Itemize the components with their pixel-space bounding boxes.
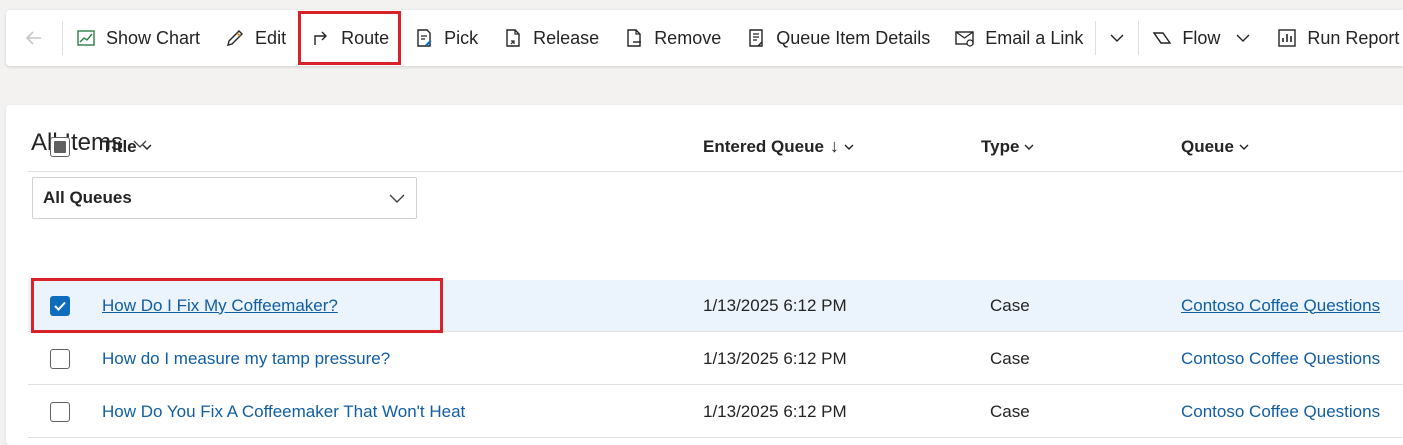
grid-header: Title Entered Queue ↓ Type Queue bbox=[28, 122, 1403, 172]
select-all-cell bbox=[50, 122, 70, 171]
flow-label: Flow bbox=[1182, 27, 1221, 48]
pick-icon bbox=[417, 29, 432, 47]
row-title-link[interactable]: How do I measure my tamp pressure? bbox=[102, 349, 390, 369]
show-chart-button[interactable]: Show Chart bbox=[63, 13, 212, 63]
row-entered-queue: 1/13/2025 6:12 PM bbox=[703, 401, 847, 421]
queue-filter-dropdown[interactable]: All Queues bbox=[32, 177, 417, 219]
row-entered-queue: 1/13/2025 6:12 PM bbox=[703, 348, 847, 368]
queue-filter-value: All Queues bbox=[43, 188, 132, 207]
release-label: Release bbox=[533, 27, 600, 48]
run-report-label: Run Report bbox=[1307, 27, 1400, 48]
row-title-link[interactable]: How Do You Fix A Coffeemaker That Won't … bbox=[102, 402, 465, 422]
flow-button[interactable]: Flow bbox=[1139, 13, 1264, 63]
row-select-cell bbox=[50, 386, 70, 437]
chevron-down-icon bbox=[389, 194, 405, 203]
column-header-type[interactable]: Type bbox=[981, 122, 1035, 171]
queue-item-details-label: Queue Item Details bbox=[776, 27, 931, 48]
email-link-button[interactable]: Email a Link bbox=[942, 13, 1095, 63]
row-type: Case bbox=[990, 295, 1030, 315]
checkmark-icon bbox=[54, 301, 66, 311]
back-button[interactable] bbox=[6, 10, 62, 66]
row-entered-queue: 1/13/2025 6:12 PM bbox=[703, 295, 847, 315]
email-icon bbox=[955, 31, 974, 47]
table-row[interactable]: How Do I Fix My Coffeemaker? 1/13/2025 6… bbox=[28, 280, 1403, 332]
column-title-label: Title bbox=[102, 136, 137, 156]
column-type-label: Type bbox=[981, 136, 1020, 156]
report-icon bbox=[1278, 29, 1297, 47]
row-type: Case bbox=[990, 348, 1030, 368]
row-queue-link[interactable]: Contoso Coffee Questions bbox=[1181, 349, 1380, 369]
column-header-queue[interactable]: Queue bbox=[1181, 122, 1250, 171]
table-row[interactable]: How do I measure my tamp pressure? 1/13/… bbox=[28, 333, 1403, 385]
remove-button[interactable]: Remove bbox=[611, 13, 733, 63]
details-icon bbox=[749, 29, 763, 47]
column-entered-label: Entered Queue bbox=[703, 136, 824, 156]
chevron-down-icon bbox=[1239, 144, 1249, 150]
pick-button[interactable]: Pick bbox=[401, 13, 490, 63]
chevron-down-icon bbox=[1236, 34, 1250, 42]
release-button[interactable]: Release bbox=[490, 13, 611, 63]
remove-icon bbox=[627, 29, 642, 47]
route-label: Route bbox=[341, 27, 390, 48]
row-select-cell bbox=[50, 333, 70, 384]
chevron-down-icon bbox=[142, 144, 152, 150]
row-select-cell bbox=[50, 280, 70, 331]
row-checkbox[interactable] bbox=[50, 401, 70, 422]
sort-descending-icon: ↓ bbox=[829, 136, 839, 156]
remove-label: Remove bbox=[654, 27, 722, 48]
chart-icon bbox=[77, 30, 95, 46]
edit-button[interactable]: Edit bbox=[212, 13, 298, 63]
select-all-checkbox[interactable] bbox=[50, 136, 70, 157]
column-header-title[interactable]: Title bbox=[102, 122, 153, 171]
chevron-down-icon bbox=[1110, 34, 1124, 42]
chevron-down-icon bbox=[1024, 144, 1034, 150]
edit-label: Edit bbox=[255, 27, 287, 48]
row-checkbox[interactable] bbox=[50, 295, 70, 316]
chevron-down-icon bbox=[844, 144, 854, 150]
email-link-label: Email a Link bbox=[985, 27, 1084, 48]
flow-icon bbox=[1152, 32, 1172, 44]
run-report-button[interactable]: Run Report bbox=[1264, 13, 1403, 63]
route-icon bbox=[314, 31, 328, 45]
column-queue-label: Queue bbox=[1181, 136, 1234, 156]
queue-item-details-button[interactable]: Queue Item Details bbox=[733, 13, 942, 63]
row-queue-link[interactable]: Contoso Coffee Questions bbox=[1181, 296, 1380, 316]
show-chart-label: Show Chart bbox=[106, 27, 201, 48]
more-options-button[interactable] bbox=[1096, 13, 1138, 63]
row-type: Case bbox=[990, 401, 1030, 421]
pencil-icon bbox=[227, 30, 244, 46]
route-button[interactable]: Route bbox=[298, 11, 402, 65]
row-queue-link[interactable]: Contoso Coffee Questions bbox=[1181, 402, 1380, 422]
pick-label: Pick bbox=[444, 27, 479, 48]
column-header-entered-queue[interactable]: Entered Queue ↓ bbox=[703, 122, 855, 171]
back-arrow-icon bbox=[25, 31, 41, 45]
row-title-link[interactable]: How Do I Fix My Coffeemaker? bbox=[102, 296, 338, 316]
release-icon bbox=[506, 29, 520, 47]
row-checkbox[interactable] bbox=[50, 348, 70, 369]
command-bar: Show Chart Edit Route Pick Release Remov… bbox=[6, 10, 1403, 66]
table-row[interactable]: How Do You Fix A Coffeemaker That Won't … bbox=[28, 386, 1403, 438]
